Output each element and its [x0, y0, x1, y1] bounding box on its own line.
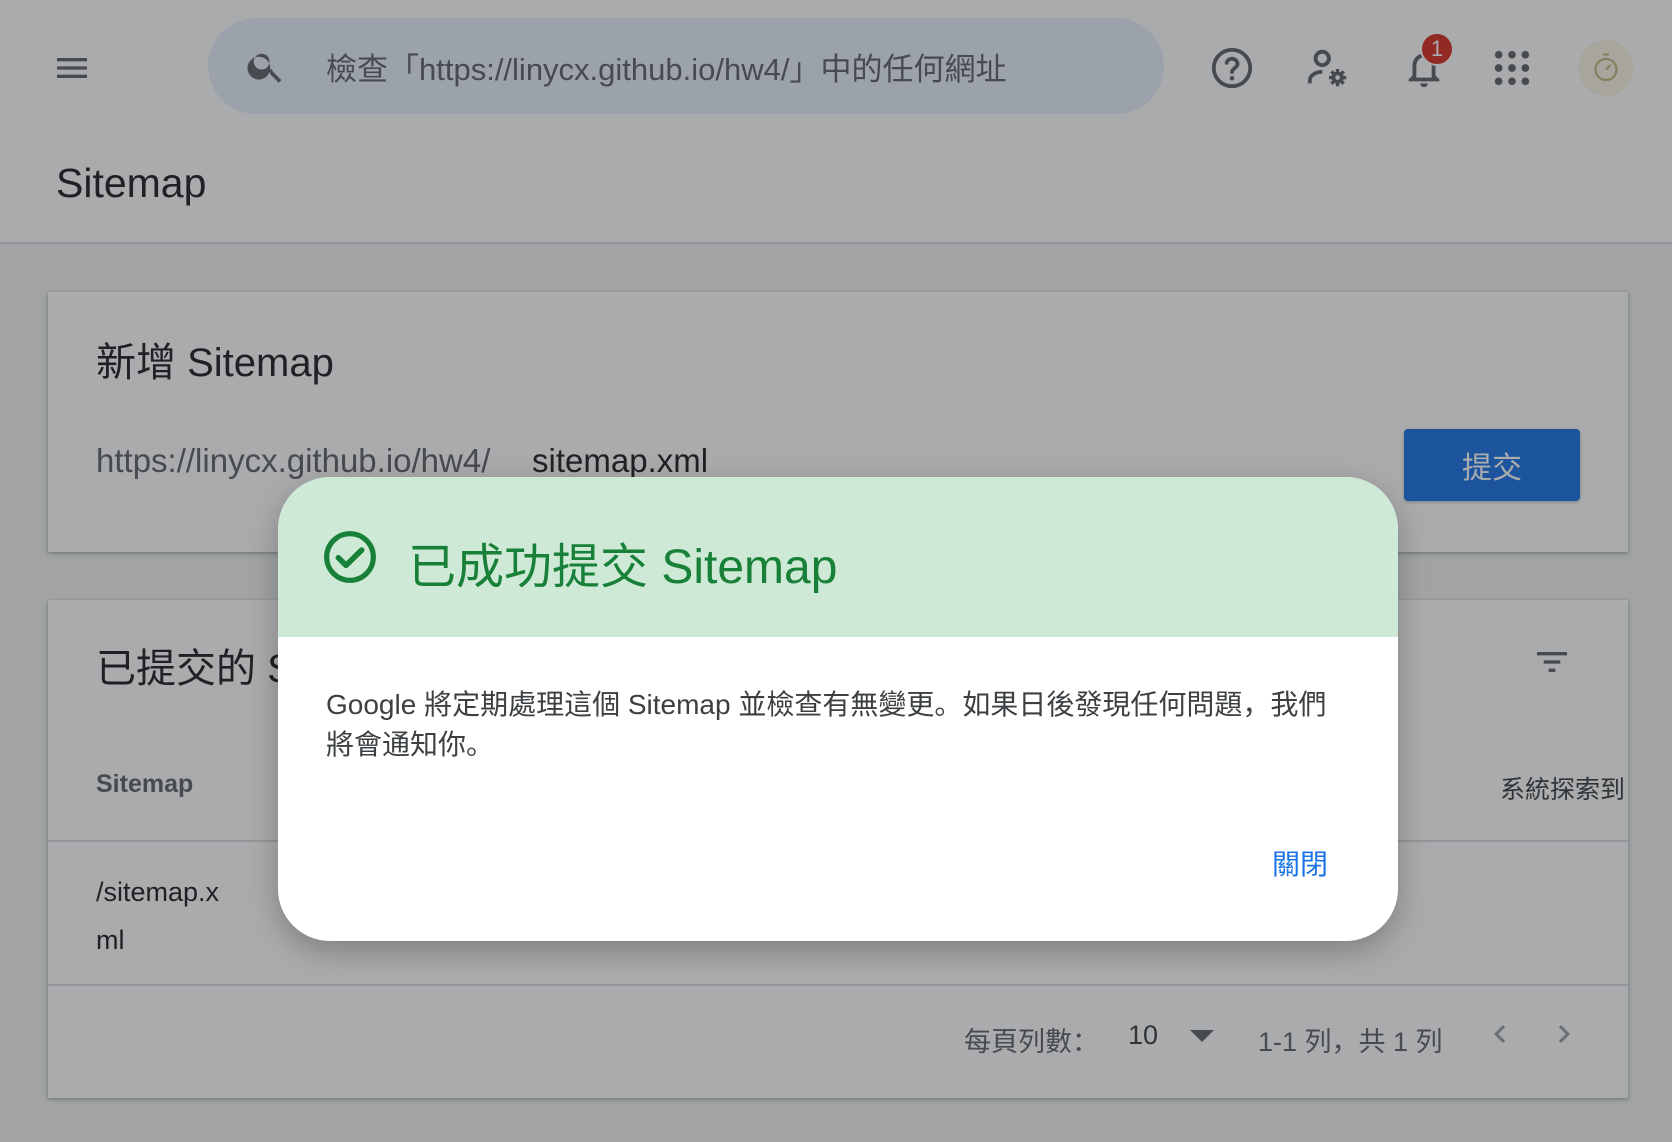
sitemap-success-dialog: 已成功提交 Sitemap Google 將定期處理這個 Sitemap 並檢查…: [278, 477, 1398, 941]
check-circle-icon: [324, 531, 376, 583]
close-button[interactable]: 關閉: [1250, 835, 1350, 891]
dialog-message: Google 將定期處理這個 Sitemap 並檢查有無變更。如果日後發現任何問…: [326, 689, 1327, 760]
dialog-title: 已成功提交 Sitemap: [408, 541, 838, 594]
dialog-header: 已成功提交 Sitemap: [278, 477, 1398, 637]
